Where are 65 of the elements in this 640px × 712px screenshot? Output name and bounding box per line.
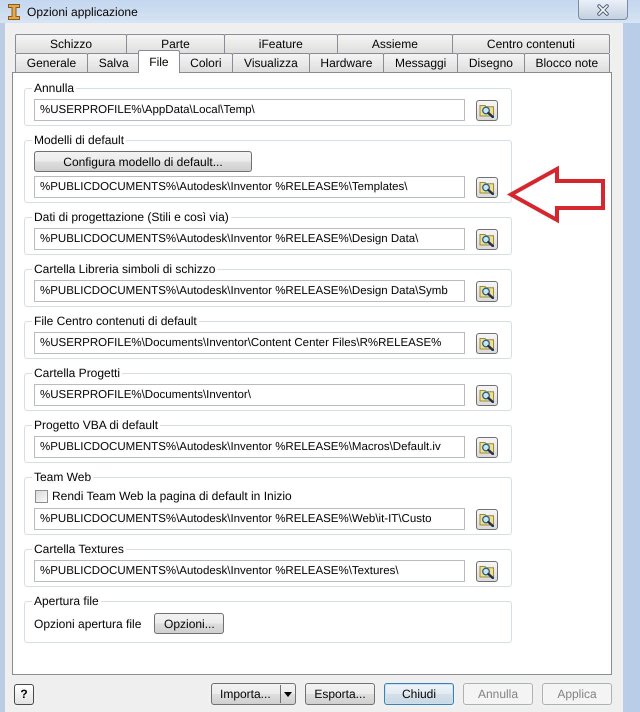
path-field[interactable]: %PUBLICDOCUMENTS%\Autodesk\Inventor %RELEASE%\Design Data\Symb <box>34 280 465 302</box>
options-button[interactable]: Opzioni... <box>154 613 224 634</box>
help-button[interactable]: ? <box>14 684 34 704</box>
browse-button[interactable] <box>476 332 498 354</box>
group-title: File Centro contenuti di default <box>33 314 198 328</box>
split-button[interactable]: Importa... <box>211 683 296 705</box>
browse-button[interactable] <box>476 560 498 582</box>
group-title: Annulla <box>33 81 76 95</box>
app-icon <box>8 4 20 20</box>
checkbox-label[interactable]: Rendi Team Web la pagina di default in Inizio <box>52 489 292 503</box>
dialog-button[interactable]: Esporta... <box>305 683 375 705</box>
folder-search-icon <box>479 335 495 351</box>
folder-search-icon <box>479 283 495 299</box>
tab[interactable]: File <box>138 50 180 73</box>
path-field[interactable]: %PUBLICDOCUMENTS%\Autodesk\Inventor %RELEASE%\Macros\Default.iv <box>34 436 465 458</box>
tab[interactable]: Generale <box>15 53 88 72</box>
browse-button[interactable] <box>476 176 498 198</box>
tab[interactable]: Parte <box>126 34 225 53</box>
options-label: Opzioni apertura file <box>34 616 142 630</box>
path-field[interactable]: %PUBLICDOCUMENTS%\Autodesk\Inventor %RELEASE%\Web\it-IT\Custo <box>34 508 465 530</box>
tab[interactable]: iFeature <box>224 34 338 53</box>
browse-button[interactable] <box>476 436 498 458</box>
tab[interactable]: Messaggi <box>383 53 458 72</box>
tab[interactable]: Blocco note <box>524 53 610 72</box>
path-field[interactable]: %PUBLICDOCUMENTS%\Autodesk\Inventor %RELEASE%\Design Data\ <box>34 228 465 250</box>
group-title: Apertura file <box>33 594 100 608</box>
browse-button[interactable] <box>476 280 498 302</box>
path-field[interactable]: %USERPROFILE%\AppData\Local\Temp\ <box>34 99 465 121</box>
path-field[interactable]: %PUBLICDOCUMENTS%\Autodesk\Inventor %RELEASE%\Templates\ <box>34 176 465 198</box>
tab[interactable]: Schizzo <box>15 34 128 53</box>
folder-search-icon <box>479 511 495 527</box>
group-title: Progetto VBA di default <box>33 418 160 432</box>
tab[interactable]: Assieme <box>336 34 453 53</box>
path-field[interactable]: %USERPROFILE%\Documents\Inventor\Content Center Files\R%RELEASE% <box>34 332 465 354</box>
checkbox[interactable] <box>35 490 48 502</box>
window-title: Opzioni applicazione <box>27 4 139 18</box>
folder-search-icon <box>479 102 495 118</box>
group-title: Cartella Progetti <box>33 366 122 380</box>
folder-search-icon <box>479 563 495 579</box>
browse-button[interactable] <box>476 508 498 530</box>
browse-button[interactable] <box>476 384 498 406</box>
close-icon[interactable] <box>596 4 610 16</box>
group-title: Cartella Libreria simboli di schizzo <box>33 262 216 276</box>
configure-button[interactable]: Configura modello di default... <box>34 151 252 172</box>
folder-search-icon <box>479 231 495 247</box>
tab[interactable]: Visualizza <box>232 53 310 72</box>
group-title: Modelli di default <box>33 133 126 147</box>
group-title: Dati di progettazione (Stili e così via) <box>33 210 230 224</box>
browse-button[interactable] <box>476 100 498 120</box>
tab[interactable]: Disegno <box>457 53 525 72</box>
folder-search-icon <box>479 387 495 403</box>
folder-search-icon <box>479 179 495 195</box>
close-button[interactable] <box>578 0 628 20</box>
path-field[interactable]: %USERPROFILE%\Documents\Inventor\ <box>34 384 465 406</box>
path-field[interactable]: %PUBLICDOCUMENTS%\Autodesk\Inventor %RELEASE%\Textures\ <box>34 560 465 582</box>
tab[interactable]: Hardware <box>308 53 384 72</box>
tab[interactable]: Colori <box>178 53 234 72</box>
group-title: Cartella Textures <box>33 542 125 556</box>
dialog-button[interactable]: Chiudi <box>384 683 454 705</box>
tab[interactable]: Centro contenuti <box>452 34 610 53</box>
folder-search-icon <box>479 439 495 455</box>
tab[interactable]: Salva <box>86 53 140 72</box>
browse-button[interactable] <box>476 228 498 250</box>
caret-icon[interactable] <box>284 692 292 696</box>
group-title: Team Web <box>33 470 92 484</box>
